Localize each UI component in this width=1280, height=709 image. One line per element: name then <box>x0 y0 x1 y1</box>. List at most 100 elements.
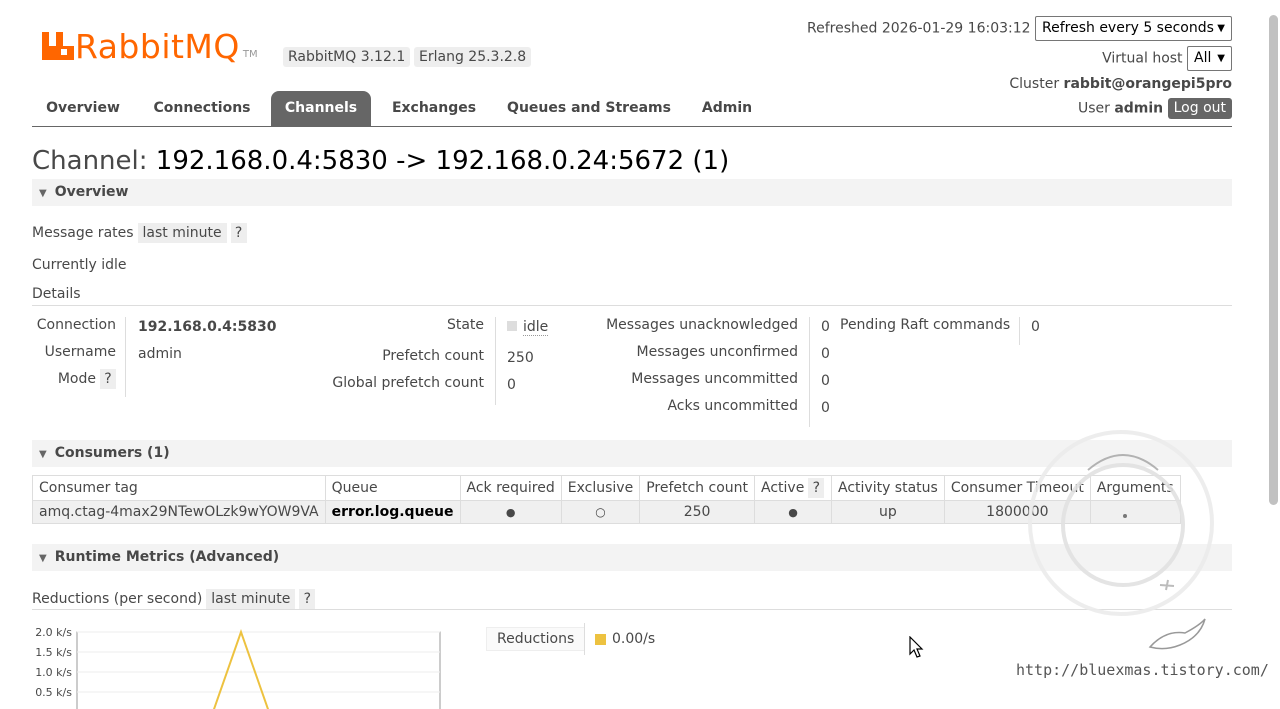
column-divider <box>809 317 810 427</box>
column-header-active: Active? <box>754 475 832 501</box>
details-label: Details <box>32 286 81 302</box>
tab-queues-and-streams[interactable]: Queues and Streams <box>500 91 678 126</box>
cluster-name: rabbit@orangepi5pro <box>1063 76 1232 92</box>
column-header: Exclusive <box>560 475 641 501</box>
username-label: Username <box>44 344 116 360</box>
page-title-prefix: Channel: <box>32 146 148 176</box>
message-rates-row: Message rates last minute? <box>32 223 247 243</box>
state-label: State <box>446 317 484 333</box>
uncommitted-label: Messages uncommitted <box>631 371 798 387</box>
acks-uncommitted-label: Acks uncommitted <box>667 398 798 414</box>
column-divider <box>1019 317 1020 345</box>
overview-section-title: Overview <box>54 184 129 200</box>
y-tick-label: 0.5 k/s <box>35 686 72 699</box>
prefetch-value: 250 <box>507 350 534 366</box>
reductions-label: Reductions (per second) <box>32 591 203 607</box>
reductions-chart-plot <box>76 629 441 709</box>
tab-channels[interactable]: Channels <box>271 91 371 126</box>
global-prefetch-value: 0 <box>507 377 516 393</box>
tab-admin[interactable]: Admin <box>692 91 762 126</box>
reductions-range-button[interactable]: last minute <box>206 589 296 609</box>
mode-row: Mode? <box>32 369 116 389</box>
refresh-interval-value: Refresh every 5 seconds <box>1042 20 1214 36</box>
tab-connections[interactable]: Connections <box>142 91 262 126</box>
uncommitted-value: 0 <box>821 373 830 389</box>
vhost-label: Virtual host <box>1102 50 1183 67</box>
mode-help-icon[interactable]: ? <box>100 369 116 389</box>
watermark-face-icon <box>1061 454 1185 591</box>
legend-swatch <box>595 633 606 645</box>
collapse-triangle-icon: ▼ <box>39 188 47 199</box>
watermark-url: http://bluexmas.tistory.com/ <box>1016 661 1269 679</box>
cluster-row: Cluster rabbit@orangepi5pro <box>1009 76 1232 92</box>
tab-overview[interactable]: Overview <box>32 91 134 126</box>
column-header: Prefetch count <box>639 475 755 501</box>
rabbitmq-logo[interactable]: RabbitMQ TM <box>42 26 258 66</box>
message-rates-range-button[interactable]: last minute <box>137 223 227 243</box>
chevron-down-icon: ▼ <box>1217 23 1225 34</box>
column-header: Queue <box>324 475 461 501</box>
erlang-version-badge: Erlang 25.3.2.8 <box>414 47 532 67</box>
vhost-value: All <box>1194 50 1212 66</box>
mode-label: Mode <box>57 371 96 387</box>
message-rates-label: Message rates <box>32 225 134 241</box>
prefetch-label: Prefetch count <box>382 348 484 364</box>
refresh-interval-select[interactable]: Refresh every 5 seconds ▼ <box>1035 16 1232 41</box>
legend-value: 0.00/s <box>612 631 656 647</box>
column-divider <box>495 317 496 405</box>
chevron-down-icon: ▼ <box>1217 53 1225 64</box>
ack-required-dot-icon: ● <box>459 500 562 524</box>
vhost-row: Virtual host All ▼ <box>1102 46 1232 71</box>
legend-value-row: 0.00/s <box>595 631 655 647</box>
watermark-bird-icon <box>1148 618 1206 650</box>
active-help-icon[interactable]: ? <box>808 478 825 498</box>
y-tick-label: 2.0 k/s <box>35 626 72 639</box>
queue-link[interactable]: error.log.queue <box>324 500 461 524</box>
reductions-chart: 2.0 k/s 1.5 k/s 1.0 k/s 0.5 k/s <box>30 625 450 709</box>
chart-legend-item: Reductions <box>486 627 586 651</box>
raft-label: Pending Raft commands <box>840 317 1011 333</box>
rabbitmq-version-badge: RabbitMQ 3.12.1 <box>283 47 411 67</box>
reductions-help-icon[interactable]: ? <box>299 589 316 609</box>
column-header: Active <box>761 480 805 496</box>
consumers-table: Consumer tag Queue Ack required Exclusiv… <box>32 475 1181 524</box>
unconfirmed-label: Messages unconfirmed <box>636 344 798 360</box>
idle-status: Currently idle <box>32 257 127 273</box>
username-value: admin <box>138 346 182 362</box>
chart-frame <box>76 631 441 709</box>
rabbitmq-logo-icon <box>42 30 74 62</box>
page-scrollbar-thumb[interactable] <box>1269 15 1278 505</box>
collapse-triangle-icon: ▼ <box>39 553 47 564</box>
message-rates-help-icon[interactable]: ? <box>230 223 247 243</box>
activity-status-cell: up <box>831 500 945 524</box>
details-divider <box>32 305 1232 306</box>
unacked-value: 0 <box>821 319 830 335</box>
state-value: idle <box>507 319 549 336</box>
consumer-tag-cell: amq.ctag-4max29NTewOLzk9wYOW9VA <box>32 500 326 524</box>
state-indicator-icon <box>507 321 517 331</box>
collapse-triangle-icon: ▼ <box>39 449 47 460</box>
column-divider <box>125 317 126 397</box>
mouse-cursor-icon <box>909 636 924 658</box>
connection-link[interactable]: 192.168.0.4:5830 <box>138 319 276 335</box>
refresh-row: Refreshed 2026-01-29 16:03:12 Refresh ev… <box>807 16 1232 41</box>
y-tick-label: 1.5 k/s <box>35 646 72 659</box>
table-header-row: Consumer tag Queue Ack required Exclusiv… <box>32 475 1181 501</box>
y-tick-label: 1.0 k/s <box>35 666 72 679</box>
raft-value: 0 <box>1031 319 1040 335</box>
logo-text: RabbitMQ <box>75 26 240 66</box>
overview-section-toggle[interactable]: ▼ Overview <box>32 179 1232 206</box>
column-header: Consumer tag <box>32 475 326 501</box>
tab-exchanges[interactable]: Exchanges <box>380 91 488 126</box>
logo-trademark: TM <box>242 48 258 60</box>
legend-divider <box>584 623 585 655</box>
prefetch-cell: 250 <box>639 500 755 524</box>
vhost-select[interactable]: All ▼ <box>1187 46 1232 71</box>
reductions-rates-row: Reductions (per second) last minute? <box>32 589 316 609</box>
legend-label: Reductions <box>497 631 575 647</box>
cluster-label: Cluster <box>1009 76 1060 92</box>
unconfirmed-value: 0 <box>821 346 830 362</box>
exclusive-circle-icon: ○ <box>560 500 641 524</box>
global-prefetch-label: Global prefetch count <box>332 375 484 391</box>
column-header: Activity status <box>831 475 945 501</box>
